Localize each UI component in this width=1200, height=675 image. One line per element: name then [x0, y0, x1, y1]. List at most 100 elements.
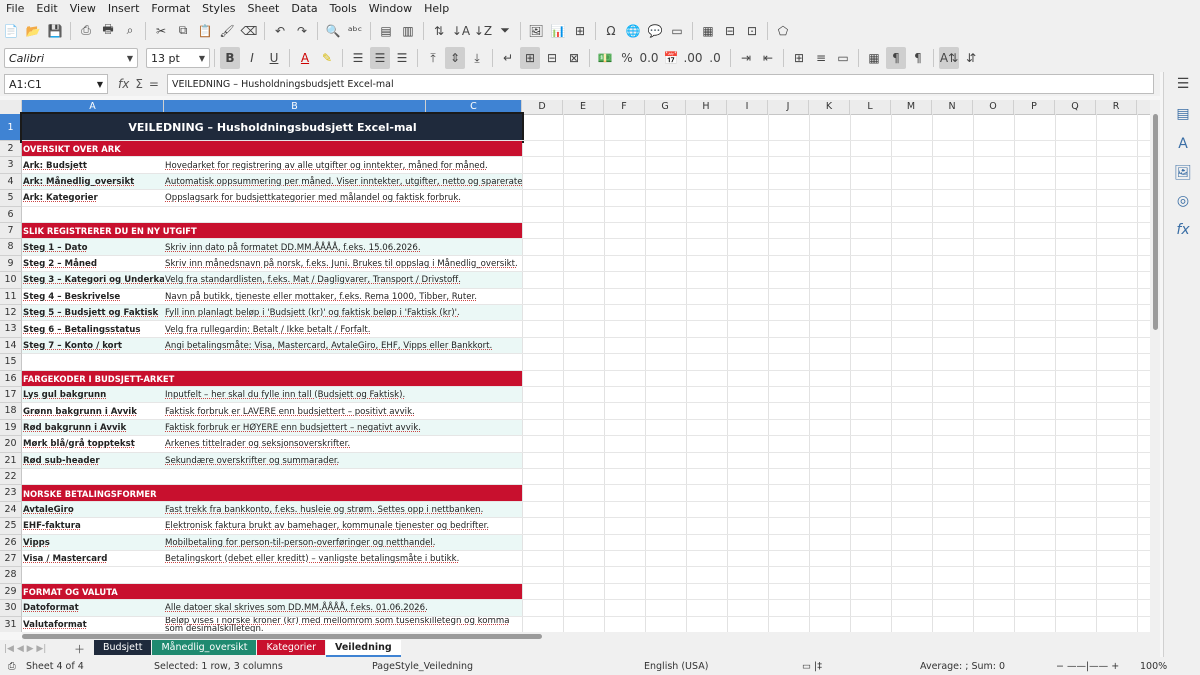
column-header-p[interactable]: P	[1014, 100, 1055, 114]
number-format-icon[interactable]: 0.0	[639, 47, 659, 69]
menu-view[interactable]: View	[64, 0, 102, 17]
paste-icon[interactable]: 📋	[195, 20, 215, 42]
cell-description[interactable]: Automatisk oppsummering per måned. Viser…	[164, 174, 522, 190]
row-header[interactable]: 4	[0, 173, 22, 191]
sheet-tab-månedlig-oversikt[interactable]: Månedlig_oversikt	[152, 640, 257, 655]
freeze-rows-columns-icon[interactable]: ⊟	[720, 20, 740, 42]
row-header[interactable]: 28	[0, 567, 22, 584]
cell-description[interactable]: Arkenes tittelrader og seksjonsoverskrif…	[164, 436, 522, 452]
text-direction-icon[interactable]: A⇅	[939, 47, 959, 69]
row-header[interactable]: 8	[0, 239, 22, 256]
cell-label[interactable]: Steg 3 – Kategori og Underkategori	[22, 272, 164, 288]
functions-icon[interactable]: fx	[1174, 222, 1192, 240]
cell-description[interactable]: Alle datoer skal skrives som DD.MM.ÅÅÅÅ,…	[164, 600, 522, 616]
align-top-icon[interactable]: ⤒	[423, 47, 443, 69]
row-header[interactable]: 18	[0, 403, 22, 420]
delete-decimal-icon[interactable]: .0	[705, 47, 725, 69]
spreadsheet-grid[interactable]: ABCDEFGHIJKLMNOPQR 1 2 3 4 5 6 7 8 9 10 11 12 13 14 15…	[0, 100, 1160, 632]
row-header[interactable]: 7	[0, 223, 22, 240]
conditional-format-icon[interactable]: ▦	[864, 47, 884, 69]
row-header[interactable]: 17	[0, 387, 22, 404]
cell-label[interactable]: Mørk blå/grå topptekst	[22, 436, 164, 452]
cell-description[interactable]: Velg fra rullegardin: Betalt / Ikke beta…	[164, 321, 522, 337]
horizontal-scrollbar[interactable]	[22, 632, 1160, 640]
vertical-text-icon[interactable]: ⇵	[961, 47, 981, 69]
print-icon[interactable]: 🖶	[98, 20, 118, 42]
cell-label[interactable]: FORMAT OG VALUTA	[22, 584, 522, 600]
row-header[interactable]: 31	[0, 616, 22, 632]
percent-format-icon[interactable]: %	[617, 47, 637, 69]
wrap-text-icon[interactable]: ↵	[498, 47, 518, 69]
unmerge-icon[interactable]: ⊟	[542, 47, 562, 69]
menu-tools[interactable]: Tools	[324, 0, 363, 17]
column-header-e[interactable]: E	[563, 100, 604, 114]
cell-label[interactable]: NORSKE BETALINGSFORMER	[22, 485, 522, 501]
cell-description[interactable]: Beløp vises i norske kroner (kr) med mel…	[164, 617, 522, 632]
row-header[interactable]: 22	[0, 469, 22, 486]
cell-description[interactable]	[164, 469, 522, 485]
row-header[interactable]: 20	[0, 436, 22, 453]
spelling-icon[interactable]: ᵃᵇᶜ	[345, 20, 365, 42]
cell-label[interactable]: Steg 4 – Beskrivelse	[22, 289, 164, 305]
sheet-tab-kategorier[interactable]: Kategorier	[257, 640, 326, 655]
menu-icon[interactable]: ☰	[1174, 76, 1192, 94]
clear-formatting-icon[interactable]: ⌫	[239, 20, 259, 42]
menu-data[interactable]: Data	[285, 0, 323, 17]
cell-description[interactable]: Skriv inn dato på formatet DD.MM.ÅÅÅÅ, f…	[164, 239, 522, 255]
zoom-level[interactable]: 100%	[1140, 661, 1167, 672]
cell-label[interactable]: Grønn bakgrunn i Avvik	[22, 403, 164, 419]
menu-edit[interactable]: Edit	[30, 0, 63, 17]
copy-icon[interactable]: ⧉	[173, 20, 193, 42]
ltr-icon[interactable]: ¶	[886, 47, 906, 69]
cell-description[interactable]	[164, 207, 522, 223]
open-folder-icon[interactable]: 📂	[23, 20, 43, 42]
cell-label[interactable]: Steg 7 – Konto / kort	[22, 338, 164, 354]
menu-help[interactable]: Help	[418, 0, 455, 17]
align-center-icon[interactable]: ☰	[370, 47, 390, 69]
border-style-icon[interactable]: ≡	[811, 47, 831, 69]
sum-icon[interactable]: Σ	[135, 77, 143, 91]
define-print-area-icon[interactable]: ▦	[698, 20, 718, 42]
clone-formatting-icon[interactable]: 🖌	[217, 20, 237, 42]
add-decimal-icon[interactable]: .00	[683, 47, 703, 69]
cell-description[interactable]: Oppslagsark for budsjettkategorier med m…	[164, 190, 522, 206]
chart-icon[interactable]: 📊	[548, 20, 568, 42]
column-header-i[interactable]: I	[727, 100, 768, 114]
cell-description[interactable]: Faktisk forbruk er LAVERE enn budsjetter…	[164, 403, 522, 419]
menu-file[interactable]: File	[0, 0, 30, 17]
merge-cells-icon[interactable]: ⊠	[564, 47, 584, 69]
cell-label[interactable]: Steg 2 – Måned	[22, 256, 164, 272]
cell-description[interactable]: Betalingskort (debet eller kreditt) – va…	[164, 551, 522, 567]
row-header[interactable]: 13	[0, 321, 22, 338]
merge-center-icon[interactable]: ⊞	[520, 47, 540, 69]
menu-styles[interactable]: Styles	[196, 0, 241, 17]
menu-window[interactable]: Window	[363, 0, 418, 17]
cell-label[interactable]: EHF-faktura	[22, 518, 164, 534]
cell-label[interactable]: Datoformat	[22, 600, 164, 616]
menu-format[interactable]: Format	[145, 0, 196, 17]
increase-indent-icon[interactable]: ⇥	[736, 47, 756, 69]
row-header[interactable]: 11	[0, 288, 22, 305]
column-header-g[interactable]: G	[645, 100, 686, 114]
export-pdf-icon[interactable]: ⎙	[76, 20, 96, 42]
menu-sheet[interactable]: Sheet	[242, 0, 286, 17]
cut-icon[interactable]: ✂	[151, 20, 171, 42]
currency-format-icon[interactable]: 💵	[595, 47, 615, 69]
cell-area[interactable]: VEILEDNING – Husholdningsbudsjett Excel-…	[20, 112, 1160, 632]
save-icon[interactable]: 💾	[45, 20, 65, 42]
row-header[interactable]: 1	[0, 114, 22, 141]
properties-icon[interactable]: ▤	[1174, 106, 1192, 124]
font-name-box[interactable]: Calibri ▼	[4, 48, 138, 68]
sheet-tab-budsjett[interactable]: Budsjett	[94, 640, 152, 655]
cell-label[interactable]	[22, 354, 164, 370]
row-header[interactable]: 3	[0, 157, 22, 174]
cell-label[interactable]	[22, 207, 164, 223]
sheet-tab-veiledning[interactable]: Veiledning	[326, 640, 401, 657]
font-color-icon[interactable]: A	[295, 47, 315, 69]
column-header-f[interactable]: F	[604, 100, 645, 114]
row-header[interactable]: 15	[0, 354, 22, 371]
show-draw-functions-icon[interactable]: ⬠	[773, 20, 793, 42]
underline-icon[interactable]: U	[264, 47, 284, 69]
cell-description[interactable]	[164, 354, 522, 370]
row-header[interactable]: 10	[0, 272, 22, 289]
